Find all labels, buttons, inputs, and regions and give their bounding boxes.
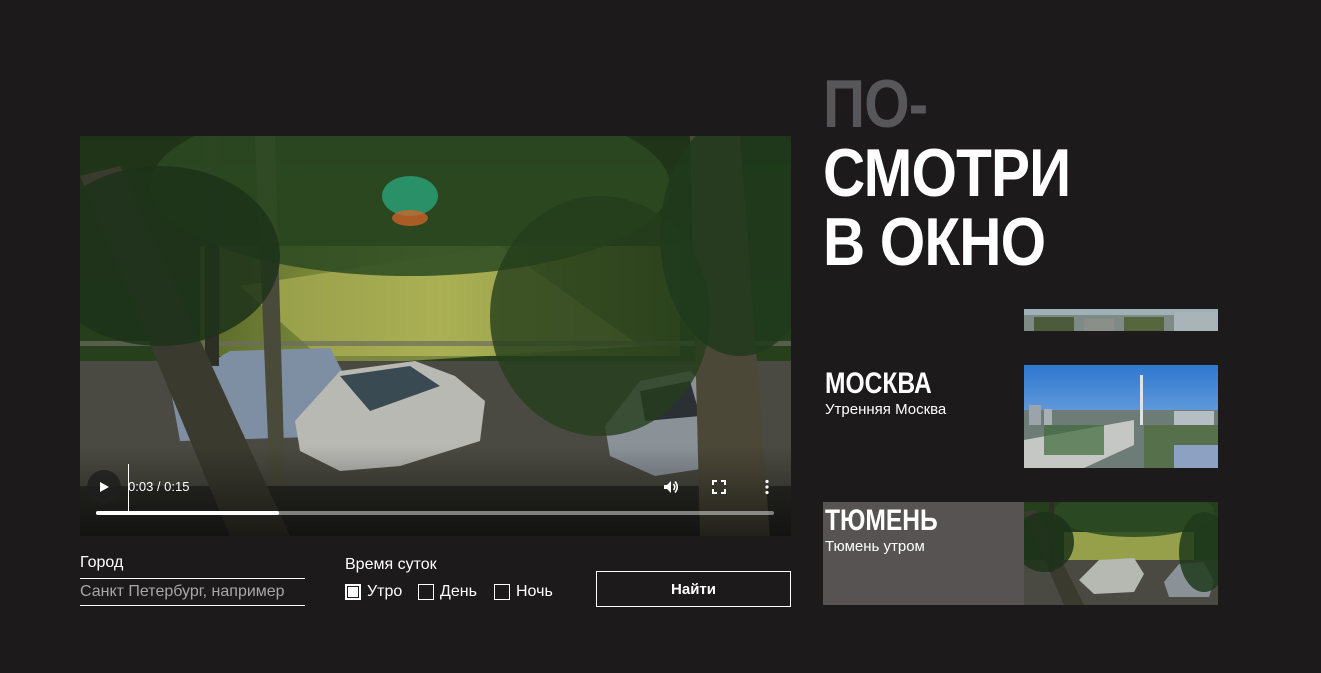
title-line-2: СМОТРИ: [823, 135, 1071, 211]
city-thumbnail-partial[interactable]: [1024, 309, 1218, 331]
volume-button[interactable]: [661, 477, 681, 497]
tyumen-window-image: [1024, 502, 1218, 605]
checkbox-morning[interactable]: Утро: [345, 583, 402, 601]
page: 0:03 / 0:15 Город Время суток: [0, 0, 1321, 673]
fullscreen-button[interactable]: [709, 477, 729, 497]
more-options-button[interactable]: [757, 477, 777, 497]
play-icon: [100, 482, 109, 492]
city-label: Город: [80, 554, 124, 571]
city-thumbnail-image: [1024, 309, 1218, 331]
moscow-skyline-image: [1024, 365, 1218, 468]
find-button[interactable]: Найти: [596, 571, 791, 607]
checkbox-day[interactable]: День: [418, 583, 477, 601]
city-input[interactable]: [80, 578, 305, 606]
city-name: ТЮМЕНЬ: [825, 504, 938, 537]
city-thumbnail-moscow[interactable]: [1024, 365, 1218, 468]
city-card-tyumen[interactable]: ТЮМЕНЬ Тюмень утром: [823, 502, 1024, 605]
city-thumbnail-tyumen[interactable]: [1024, 502, 1218, 605]
city-subtitle: Тюмень утром: [825, 538, 925, 555]
checkbox-night[interactable]: Ночь: [494, 583, 553, 601]
volume-icon: [664, 480, 679, 494]
video-progress-bar[interactable]: [96, 511, 774, 515]
play-button[interactable]: [87, 470, 121, 504]
checkbox-box[interactable]: [345, 584, 361, 600]
page-title: ПО- СМОТРИ В ОКНО: [823, 66, 1071, 280]
title-line-1: ПО-: [823, 66, 928, 142]
checkbox-box[interactable]: [494, 584, 510, 600]
checkbox-label: Утро: [367, 583, 403, 600]
city-name: МОСКВА: [825, 367, 932, 400]
video-progress-fill: [96, 511, 280, 515]
checkbox-label: День: [440, 583, 477, 600]
more-vert-icon: [765, 479, 769, 495]
checkbox-label: Ночь: [516, 583, 553, 600]
video-time: 0:03 / 0:15: [128, 479, 190, 494]
video-player[interactable]: 0:03 / 0:15: [80, 136, 791, 536]
time-of-day-label: Время суток: [345, 556, 437, 573]
title-line-3: В ОКНО: [823, 204, 1046, 280]
city-card-moscow[interactable]: МОСКВА Утренняя Москва: [823, 365, 1023, 468]
fullscreen-icon: [712, 480, 726, 494]
checkbox-box[interactable]: [418, 584, 434, 600]
city-subtitle: Утренняя Москва: [825, 401, 947, 418]
